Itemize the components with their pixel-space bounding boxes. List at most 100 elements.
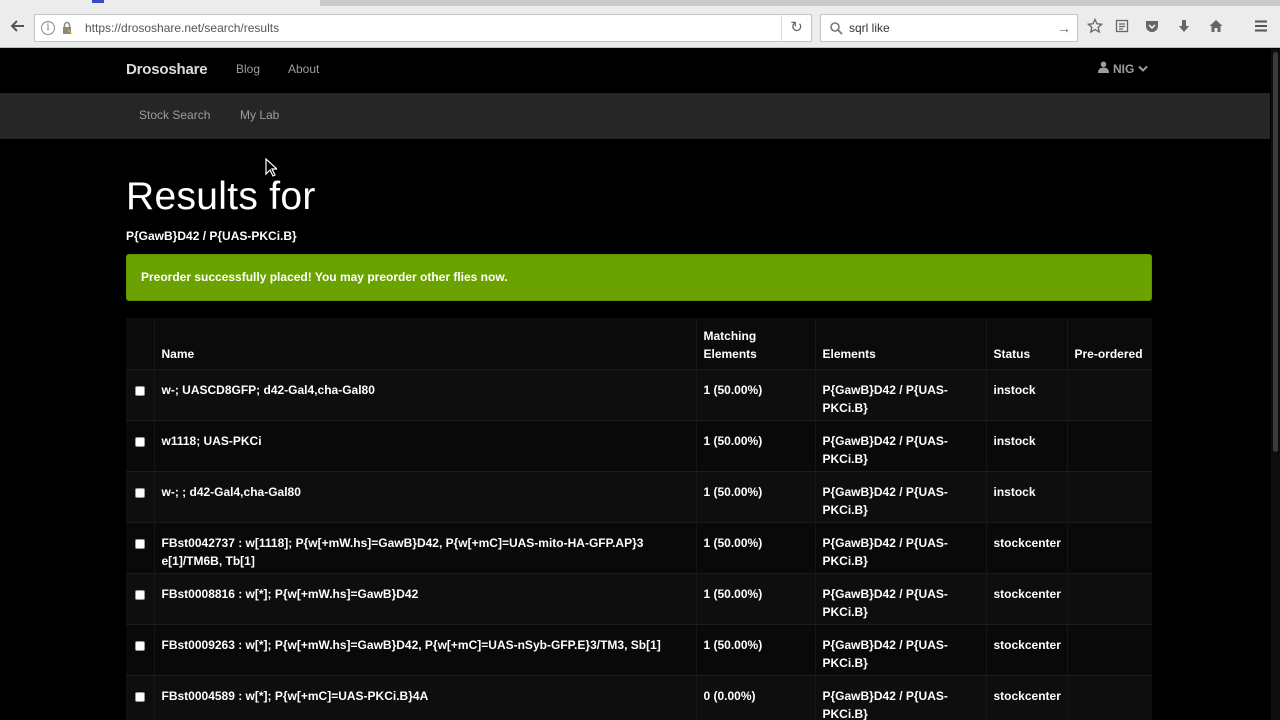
brand-logo-link[interactable]: Drososhare <box>126 49 208 91</box>
row-checkbox[interactable] <box>135 640 145 651</box>
back-icon[interactable] <box>6 14 30 38</box>
cell-status: stockcenter <box>986 573 1068 624</box>
cell-matching: 1 (50.00%) <box>696 624 816 675</box>
cell-preordered <box>1067 675 1152 720</box>
header-status[interactable]: Status <box>986 318 1068 369</box>
row-checkbox[interactable] <box>135 436 145 447</box>
results-table: Name Matching Elements Elements Status P… <box>126 318 1152 720</box>
nav-link-blog[interactable]: Blog <box>236 49 260 89</box>
cell-preordered <box>1067 573 1152 624</box>
home-icon[interactable] <box>1204 14 1228 38</box>
cell-status: stockcenter <box>986 522 1068 573</box>
cell-elements: P{GawB}D42 / P{UAS-PKCi.B} <box>815 675 987 720</box>
cell-name: FBst0009263 : w[*]; P{w[+mW.hs]=GawB}D42… <box>154 624 697 675</box>
nav-link-about[interactable]: About <box>288 49 319 89</box>
bookmark-star-icon[interactable] <box>1083 14 1107 38</box>
cell-status: stockcenter <box>986 675 1068 720</box>
menu-icon[interactable] <box>1249 14 1273 38</box>
mouse-cursor-icon <box>265 157 279 177</box>
cell-matching: 1 (50.00%) <box>696 573 816 624</box>
user-menu-dropdown[interactable]: NIG <box>1098 49 1149 89</box>
header-matching-line1: Matching <box>703 328 757 343</box>
row-checkbox[interactable] <box>135 385 145 396</box>
cell-name: FBst0042737 : w[1118]; P{w[+mW.hs]=GawB}… <box>154 522 697 573</box>
row-checkbox[interactable] <box>135 487 145 498</box>
table-row: FBst0008816 : w[*]; P{w[+mW.hs]=GawB}D42… <box>126 573 1152 624</box>
cell-status: instock <box>986 369 1068 420</box>
header-elements[interactable]: Elements <box>815 318 987 369</box>
select-cell <box>126 471 155 522</box>
info-icon[interactable]: i <box>41 21 55 35</box>
select-cell <box>126 675 155 720</box>
user-icon <box>1098 49 1109 89</box>
cell-matching: 1 (50.00%) <box>696 522 816 573</box>
table-row: FBst0042737 : w[1118]; P{w[+mW.hs]=GawB}… <box>126 522 1152 573</box>
url-text[interactable]: https://drososhare.net/search/results <box>85 15 279 41</box>
browser-toolbar: i https://drososhare.net/search/results … <box>0 6 1280 48</box>
tab-favicon <box>92 0 104 3</box>
header-preordered[interactable]: Pre-ordered <box>1067 318 1152 369</box>
table-row: w1118; UAS-PKCi 1 (50.00%) P{GawB}D42 / … <box>126 420 1152 471</box>
select-cell <box>126 573 155 624</box>
row-checkbox[interactable] <box>135 589 145 600</box>
browser-search-box[interactable]: sqrl like → <box>820 14 1078 42</box>
table-row: w-; UASCD8GFP; d42-Gal4,cha-Gal80 1 (50.… <box>126 369 1152 420</box>
row-checkbox[interactable] <box>135 691 145 702</box>
cell-name: FBst0008816 : w[*]; P{w[+mW.hs]=GawB}D42 <box>154 573 697 624</box>
subnav-link-my-lab[interactable]: My Lab <box>240 93 279 137</box>
row-checkbox[interactable] <box>135 538 145 549</box>
header-matching-elements[interactable]: Matching Elements <box>696 318 816 369</box>
address-bar[interactable]: i https://drososhare.net/search/results … <box>34 14 812 42</box>
cell-name: w-; ; d42-Gal4,cha-Gal80 <box>154 471 697 522</box>
header-name[interactable]: Name <box>154 318 697 369</box>
cell-status: instock <box>986 420 1068 471</box>
chevron-down-icon <box>1138 49 1149 89</box>
cell-elements: P{GawB}D42 / P{UAS-PKCi.B} <box>815 624 987 675</box>
cell-elements: P{GawB}D42 / P{UAS-PKCi.B} <box>815 522 987 573</box>
cell-elements: P{GawB}D42 / P{UAS-PKCi.B} <box>815 369 987 420</box>
search-input[interactable]: sqrl like <box>849 15 890 41</box>
select-cell <box>126 369 155 420</box>
cell-elements: P{GawB}D42 / P{UAS-PKCi.B} <box>815 573 987 624</box>
lock-icon[interactable] <box>60 21 74 35</box>
cell-name: w-; UASCD8GFP; d42-Gal4,cha-Gal80 <box>154 369 697 420</box>
search-icon <box>829 21 843 35</box>
results-table-container: Name Matching Elements Elements Status P… <box>126 318 1152 720</box>
reload-icon[interactable]: ↻ <box>781 15 811 41</box>
pocket-icon[interactable] <box>1140 14 1164 38</box>
cell-matching: 0 (0.00%) <box>696 675 816 720</box>
cell-preordered <box>1067 471 1152 522</box>
scrollbar-thumb[interactable] <box>1273 52 1278 452</box>
success-alert: Preorder successfully placed! You may pr… <box>126 254 1152 301</box>
cell-preordered <box>1067 420 1152 471</box>
select-cell <box>126 624 155 675</box>
search-query-text: P{GawB}D42 / P{UAS-PKCi.B} <box>126 229 297 243</box>
cell-preordered <box>1067 522 1152 573</box>
subnav-link-stock-search[interactable]: Stock Search <box>139 93 210 137</box>
select-cell <box>126 522 155 573</box>
cell-name: FBst0004589 : w[*]; P{w[+mC]=UAS-PKCi.B}… <box>154 675 697 720</box>
page-title: Results for <box>126 175 316 218</box>
cell-elements: P{GawB}D42 / P{UAS-PKCi.B} <box>815 420 987 471</box>
table-row: FBst0004589 : w[*]; P{w[+mC]=UAS-PKCi.B}… <box>126 675 1152 720</box>
go-icon[interactable]: → <box>1057 15 1071 41</box>
header-select <box>126 318 155 369</box>
table-row: w-; ; d42-Gal4,cha-Gal80 1 (50.00%) P{Ga… <box>126 471 1152 522</box>
site-navbar: Drososhare Blog About NIG <box>0 49 1270 93</box>
cell-preordered <box>1067 369 1152 420</box>
user-name: NIG <box>1113 62 1135 76</box>
alert-message: Preorder successfully placed! You may pr… <box>141 270 508 284</box>
cell-status: stockcenter <box>986 624 1068 675</box>
cell-elements: P{GawB}D42 / P{UAS-PKCi.B} <box>815 471 987 522</box>
cell-matching: 1 (50.00%) <box>696 369 816 420</box>
select-cell <box>126 420 155 471</box>
cell-status: instock <box>986 471 1068 522</box>
cell-matching: 1 (50.00%) <box>696 420 816 471</box>
sub-navbar: Stock Search My Lab <box>0 93 1270 139</box>
reading-list-icon[interactable] <box>1110 14 1134 38</box>
header-matching-line2: Elements <box>703 346 757 361</box>
download-icon[interactable] <box>1172 14 1196 38</box>
table-header-row: Name Matching Elements Elements Status P… <box>126 318 1152 369</box>
cell-name: w1118; UAS-PKCi <box>154 420 697 471</box>
cell-preordered <box>1067 624 1152 675</box>
